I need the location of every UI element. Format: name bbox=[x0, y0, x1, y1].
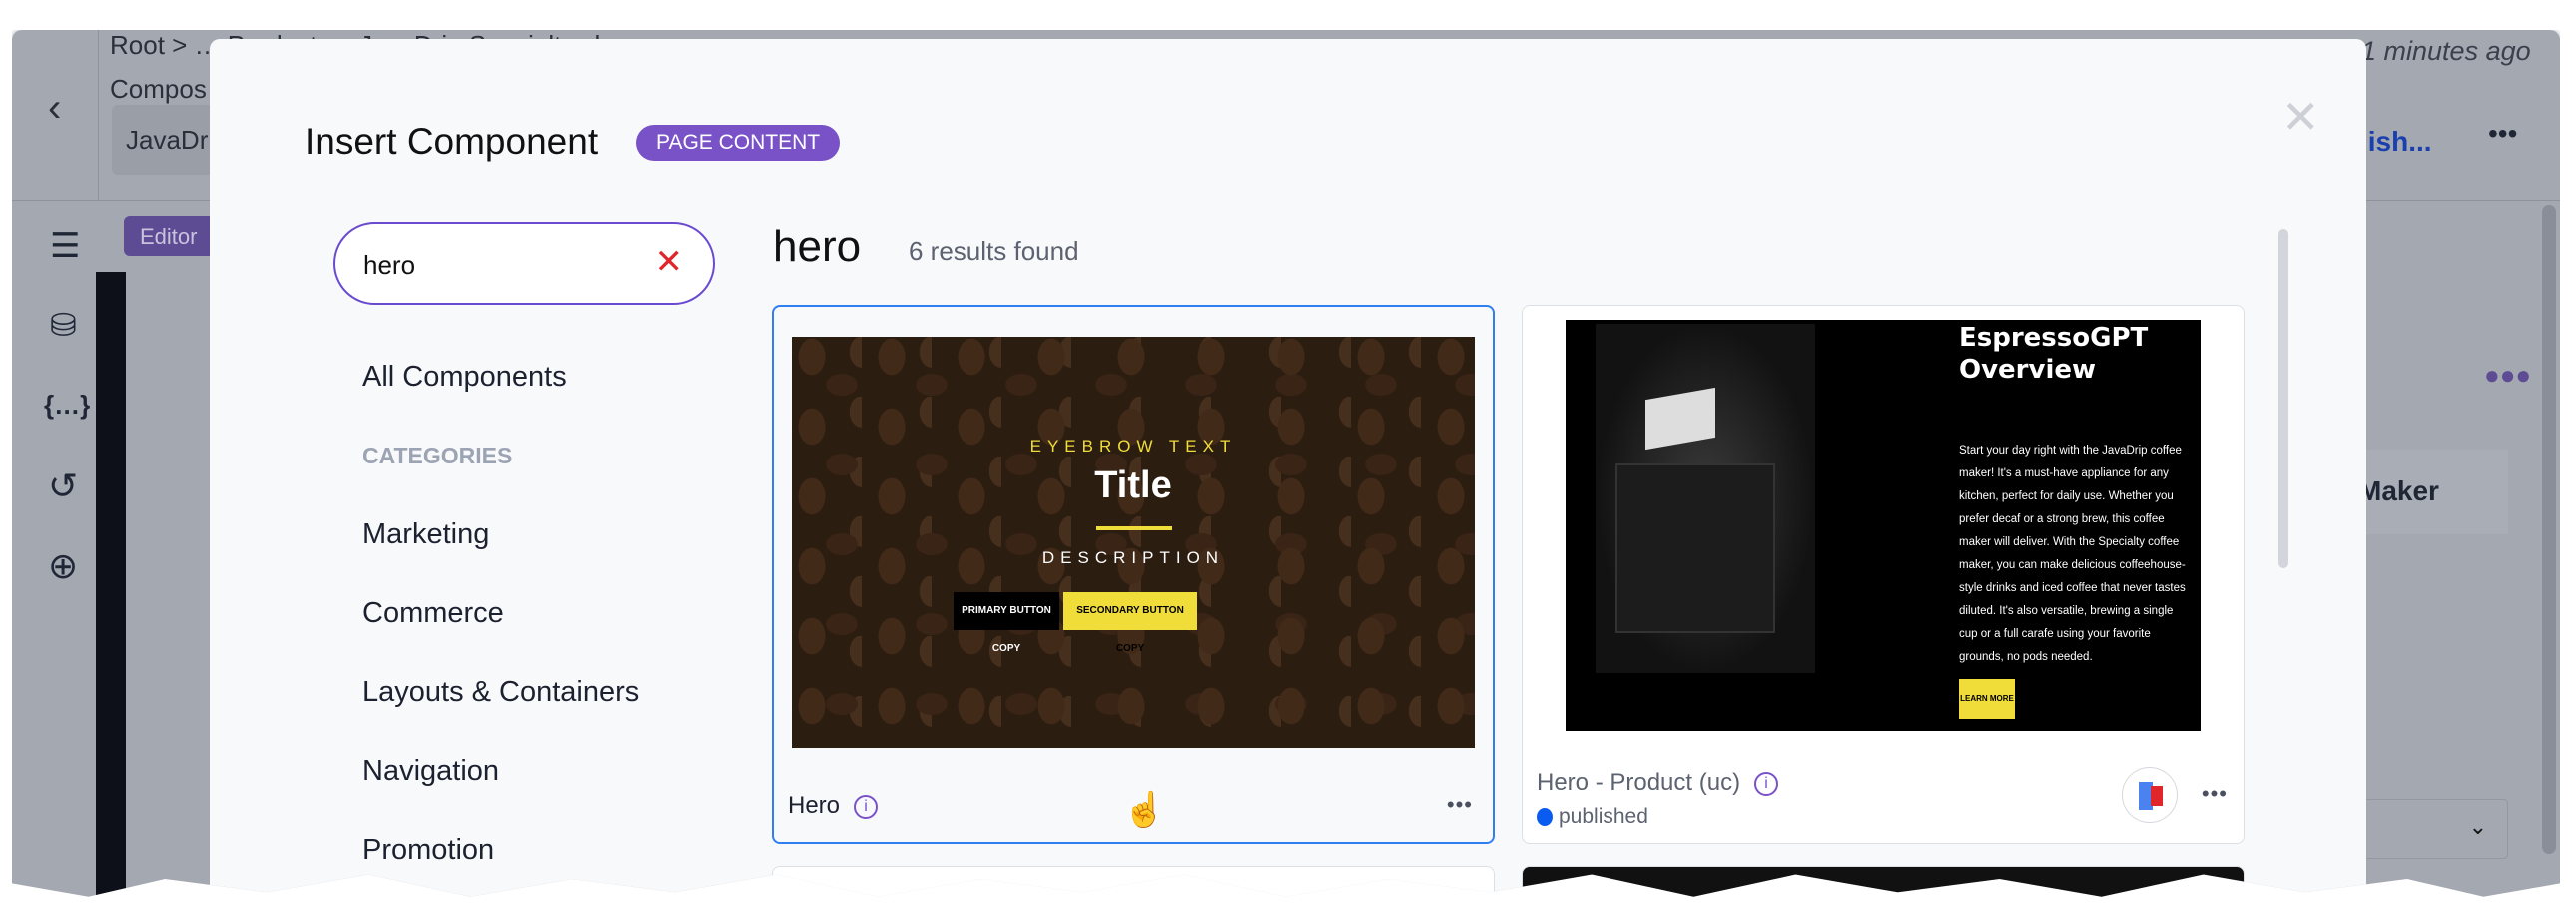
back-chevron-icon[interactable]: ‹ bbox=[48, 86, 61, 131]
scrollbar[interactable] bbox=[2278, 229, 2288, 568]
preview-body: Start your day right with the JavaDrip c… bbox=[1959, 445, 2186, 663]
card-name: Hero - Product (uc) i bbox=[1537, 769, 1779, 797]
info-icon[interactable]: i bbox=[854, 794, 879, 819]
product-title: Maker bbox=[2358, 475, 2439, 506]
status: published bbox=[1537, 805, 1648, 829]
category-layouts-containers[interactable]: Layouts & Containers bbox=[362, 676, 639, 709]
last-saved: 11 minutes ago bbox=[2348, 36, 2531, 66]
nav-all-components[interactable]: All Components bbox=[362, 361, 567, 394]
background-app: ‹ Root > … Products > JavaDrip Specialty… bbox=[12, 30, 2560, 897]
preview-rule bbox=[1096, 526, 1172, 530]
preview-description: DESCRIPTION bbox=[1041, 548, 1225, 567]
json-icon[interactable]: {…} bbox=[44, 390, 90, 421]
modal-title: Insert Component bbox=[305, 121, 599, 162]
category-commerce[interactable]: Commerce bbox=[362, 597, 504, 630]
results-count: 6 results found bbox=[909, 236, 1079, 266]
page-content-badge: PAGE CONTENT bbox=[636, 125, 841, 161]
espresso-machine-image bbox=[1596, 324, 1815, 673]
preview-title: EspressoGPT Overview bbox=[1959, 323, 2149, 385]
status-dot-icon bbox=[1537, 808, 1553, 827]
component-card-hero-product[interactable]: EspressoGPT Overview Start your day righ… bbox=[1522, 305, 2245, 844]
results-heading: hero bbox=[773, 222, 862, 271]
canvas-edge bbox=[96, 272, 126, 897]
hero-preview: EYEBROW TEXT Title DESCRIPTION PRIMARY B… bbox=[792, 337, 1475, 748]
preview-title: Title bbox=[1094, 464, 1172, 506]
preview-secondary-button: SECONDARY BUTTON COPY bbox=[1063, 592, 1197, 654]
clear-search-icon[interactable]: ✕ bbox=[655, 242, 684, 282]
scrollbar[interactable] bbox=[2542, 205, 2556, 854]
info-icon[interactable]: i bbox=[1754, 771, 1779, 796]
component-card[interactable] bbox=[772, 866, 1495, 897]
close-icon[interactable]: ✕ bbox=[2281, 94, 2320, 140]
publish-button[interactable]: lish... bbox=[2360, 126, 2432, 158]
preview-learn-more: LEARN MORE bbox=[1959, 679, 2015, 719]
category-marketing[interactable]: Marketing bbox=[362, 518, 489, 551]
globe-icon[interactable]: ⊕ bbox=[48, 545, 78, 587]
composition-label: Compos bbox=[110, 74, 207, 104]
component-card-hero[interactable]: EYEBROW TEXT Title DESCRIPTION PRIMARY B… bbox=[772, 305, 1495, 844]
hand-cursor-icon: ☝ bbox=[1123, 791, 1166, 829]
card-name: Hero i bbox=[788, 792, 879, 820]
search-input[interactable]: ✕ bbox=[333, 222, 715, 305]
divider bbox=[98, 30, 99, 200]
hero-product-preview: EspressoGPT Overview Start your day righ… bbox=[1566, 320, 2201, 731]
history-icon[interactable]: ↺ bbox=[48, 465, 78, 507]
more-icon[interactable]: ●●● bbox=[2484, 360, 2531, 391]
preview-primary-button: PRIMARY BUTTON COPY bbox=[954, 592, 1059, 654]
categories-heading: CATEGORIES bbox=[362, 443, 513, 468]
search-field[interactable] bbox=[363, 246, 623, 284]
more-icon[interactable]: ••• bbox=[2488, 118, 2517, 150]
category-navigation[interactable]: Navigation bbox=[362, 755, 499, 788]
more-icon[interactable]: ••• bbox=[1447, 792, 1473, 818]
more-icon[interactable]: ••• bbox=[2202, 781, 2228, 807]
structure-icon[interactable]: ☰ bbox=[50, 226, 80, 266]
chevron-down-icon: ⌄ bbox=[2468, 814, 2487, 839]
dropdown[interactable]: ⌄ bbox=[2348, 799, 2508, 859]
component-card[interactable] bbox=[1522, 866, 2245, 897]
source-app-icon[interactable] bbox=[2122, 767, 2178, 823]
category-promotion[interactable]: Promotion bbox=[362, 834, 494, 867]
insert-component-modal: Insert Component PAGE CONTENT ✕ ✕ All Co… bbox=[210, 39, 2366, 897]
database-icon[interactable]: ⛁ bbox=[50, 306, 77, 344]
preview-eyebrow: EYEBROW TEXT bbox=[1029, 437, 1237, 456]
